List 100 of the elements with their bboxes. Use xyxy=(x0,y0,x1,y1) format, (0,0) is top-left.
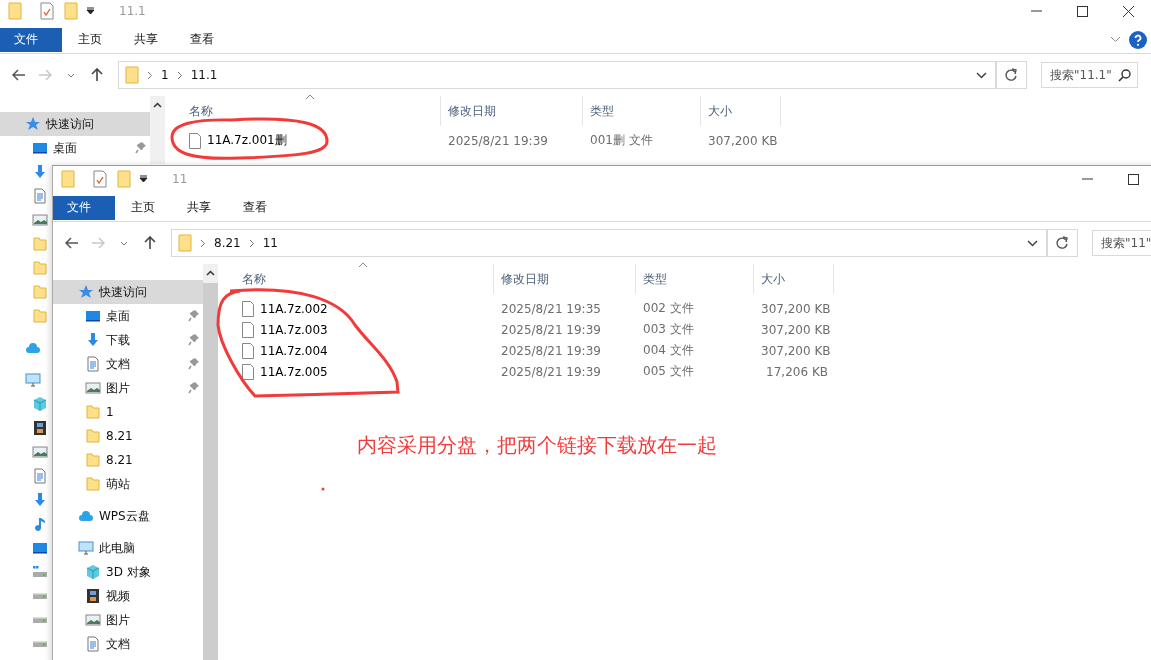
file-type: 004 文件 xyxy=(642,342,695,359)
address-bar[interactable]: 8.21 11 xyxy=(171,229,1048,257)
ribbon-tab[interactable]: 查看 xyxy=(174,27,230,52)
chevron-down-icon[interactable] xyxy=(1026,239,1038,247)
column-header[interactable]: 修改日期 xyxy=(441,96,583,126)
forward-arrow-icon xyxy=(38,69,52,81)
sort-caret-icon xyxy=(358,262,368,268)
ribbon-tab[interactable]: 共享 xyxy=(171,195,227,220)
cube-icon xyxy=(32,396,48,412)
breadcrumb[interactable]: 1 xyxy=(161,68,169,82)
ribbon-tab[interactable]: 文件 xyxy=(53,195,115,220)
dropdown-icon[interactable] xyxy=(86,7,95,15)
breadcrumb[interactable]: 11.1 xyxy=(190,68,218,82)
sidebar-item[interactable]: 此电脑 xyxy=(53,536,203,560)
sidebar-item[interactable]: 桌面 xyxy=(53,304,203,328)
drive-icon xyxy=(32,593,48,599)
maximize-icon xyxy=(1127,173,1139,185)
desktop-icon xyxy=(32,540,48,556)
sidebar-item[interactable]: 快速访问 xyxy=(53,280,203,304)
minimize-icon xyxy=(1081,178,1093,180)
sidebar-item[interactable]: 桌面 xyxy=(0,136,150,160)
sidebar-item[interactable]: 快速访问 xyxy=(0,112,150,136)
sidebar-item[interactable]: WPS云盘 xyxy=(53,504,203,528)
column-header[interactable]: 名称 xyxy=(218,264,494,294)
file-name[interactable]: 11A.7z.003 xyxy=(260,322,328,337)
breadcrumb[interactable]: 11 xyxy=(262,236,278,250)
up-arrow-icon xyxy=(144,236,156,250)
column-header[interactable]: 大小 xyxy=(701,96,781,126)
chevron-right-icon xyxy=(248,238,255,248)
file-size: 17,206 KB xyxy=(765,364,829,379)
file-name[interactable]: 11A.7z.005 xyxy=(260,364,328,379)
ribbon-tab[interactable]: 文件 xyxy=(0,27,62,52)
sidebar-item[interactable]: 1 xyxy=(53,400,203,424)
search-field[interactable]: 搜索"11.1" xyxy=(1041,62,1138,88)
cloud-icon xyxy=(78,508,94,524)
download-arrow-icon xyxy=(32,164,48,180)
breadcrumb[interactable]: 8.21 xyxy=(214,236,241,250)
column-header[interactable]: 类型 xyxy=(636,264,754,294)
address-bar[interactable]: 1 11.1 xyxy=(118,61,997,89)
column-header[interactable]: 大小 xyxy=(754,264,834,294)
file-size: 307,200 KB xyxy=(760,301,832,316)
column-header[interactable]: 名称 xyxy=(165,96,441,126)
properties-icon[interactable] xyxy=(93,170,107,188)
file-name[interactable]: 11A.7z.002 xyxy=(260,301,328,316)
file-icon xyxy=(242,321,254,338)
folder-icon xyxy=(32,308,48,324)
properties-icon[interactable] xyxy=(40,2,54,20)
refresh-button[interactable] xyxy=(1047,229,1078,257)
sidebar-item[interactable]: 图片 xyxy=(53,376,203,400)
star-icon xyxy=(78,284,94,300)
sidebar-item[interactable]: 下载 xyxy=(53,328,203,352)
sidebar-item[interactable]: 萌站 xyxy=(53,472,203,496)
folder-icon xyxy=(85,404,101,420)
file-name[interactable]: 11A.7z.001删 xyxy=(207,132,287,149)
document-icon xyxy=(32,468,48,484)
column-header[interactable]: 修改日期 xyxy=(494,264,636,294)
scroll-up-icon[interactable] xyxy=(206,269,215,276)
file-type: 002 文件 xyxy=(642,300,695,317)
desktop-icon xyxy=(32,140,48,156)
cube-icon xyxy=(85,564,101,580)
folder-icon xyxy=(125,66,139,84)
ribbon-tab[interactable]: 查看 xyxy=(227,195,283,220)
back-arrow-icon xyxy=(12,69,26,81)
sidebar-item[interactable]: 3D 对象 xyxy=(53,560,203,584)
scroll-up-icon[interactable] xyxy=(153,101,162,108)
refresh-button[interactable] xyxy=(996,61,1027,89)
picture-icon xyxy=(85,380,101,396)
file-name[interactable]: 11A.7z.004 xyxy=(260,343,328,358)
folder-icon xyxy=(85,452,101,468)
file-size: 307,200 KB xyxy=(760,322,832,337)
ribbon-tab[interactable]: 主页 xyxy=(115,195,171,220)
sort-caret-icon xyxy=(305,94,315,100)
column-header[interactable]: 类型 xyxy=(583,96,701,126)
sidebar-item[interactable]: 图片 xyxy=(53,608,203,632)
drive-icon xyxy=(32,617,48,623)
sidebar-item[interactable]: 8.21 xyxy=(53,448,203,472)
pin-icon xyxy=(188,333,200,347)
folder-icon xyxy=(32,284,48,300)
document-icon xyxy=(32,188,48,204)
sidebar-item[interactable]: 文档 xyxy=(53,632,203,656)
sidebar-item[interactable]: 文档 xyxy=(53,352,203,376)
folder-icon xyxy=(61,170,75,188)
download-arrow-icon xyxy=(85,332,101,348)
scrollbar[interactable] xyxy=(150,96,165,164)
star-icon xyxy=(25,116,41,132)
drive-icon xyxy=(32,641,48,647)
sidebar-item[interactable]: 视频 xyxy=(53,584,203,608)
chevron-down-icon[interactable] xyxy=(975,71,987,79)
help-icon[interactable] xyxy=(1129,30,1147,49)
ribbon-tab[interactable]: 主页 xyxy=(62,27,118,52)
picture-icon xyxy=(32,212,48,228)
sidebar-item[interactable]: 8.21 xyxy=(53,424,203,448)
modified-date: 2025/8/21 19:39 xyxy=(500,364,602,379)
document-icon xyxy=(85,636,101,652)
search-field[interactable]: 搜索"11" xyxy=(1092,230,1151,256)
ribbon-tab[interactable]: 共享 xyxy=(118,27,174,52)
dropdown-icon[interactable] xyxy=(139,175,148,183)
maximize-icon xyxy=(1076,5,1088,17)
folder-icon xyxy=(8,2,22,20)
refresh-icon xyxy=(1055,236,1069,250)
